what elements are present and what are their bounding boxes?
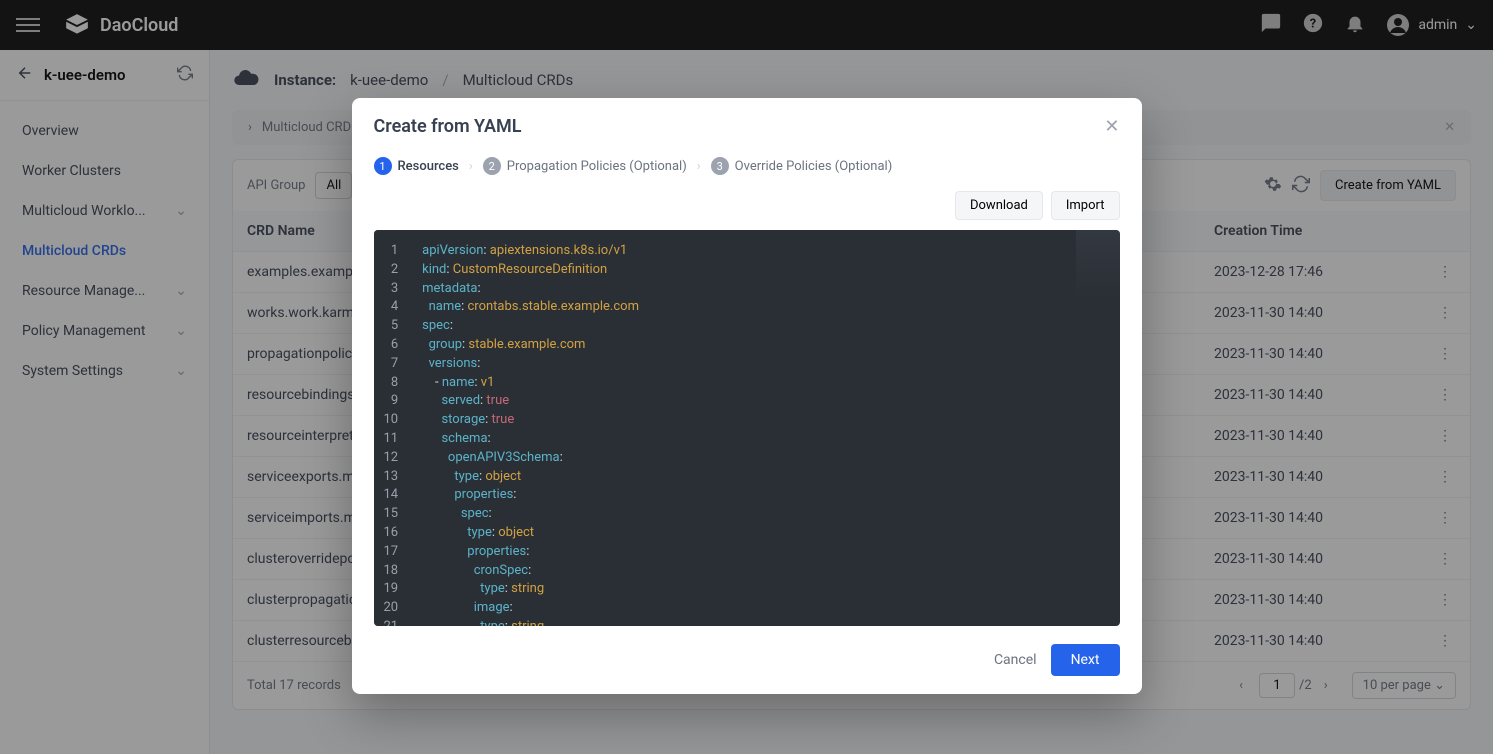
next-button[interactable]: Next xyxy=(1051,644,1120,676)
modal-overlay: Create from YAML ✕ 1Resources›2Propagati… xyxy=(0,0,1493,754)
wizard-step[interactable]: 2Propagation Policies (Optional) xyxy=(483,157,687,175)
cancel-button[interactable]: Cancel xyxy=(994,652,1037,668)
import-button[interactable]: Import xyxy=(1051,191,1120,220)
minimap xyxy=(1076,230,1120,300)
wizard-step[interactable]: 3Override Policies (Optional) xyxy=(711,157,893,175)
modal-title: Create from YAML xyxy=(374,116,1105,137)
yaml-editor[interactable]: 123456789101112131415161718192021 apiVer… xyxy=(374,230,1120,626)
create-yaml-modal: Create from YAML ✕ 1Resources›2Propagati… xyxy=(352,98,1142,694)
wizard-step[interactable]: 1Resources xyxy=(374,157,459,175)
wizard-steps: 1Resources›2Propagation Policies (Option… xyxy=(352,147,1142,191)
modal-close-icon[interactable]: ✕ xyxy=(1104,116,1119,137)
download-button[interactable]: Download xyxy=(955,191,1043,220)
